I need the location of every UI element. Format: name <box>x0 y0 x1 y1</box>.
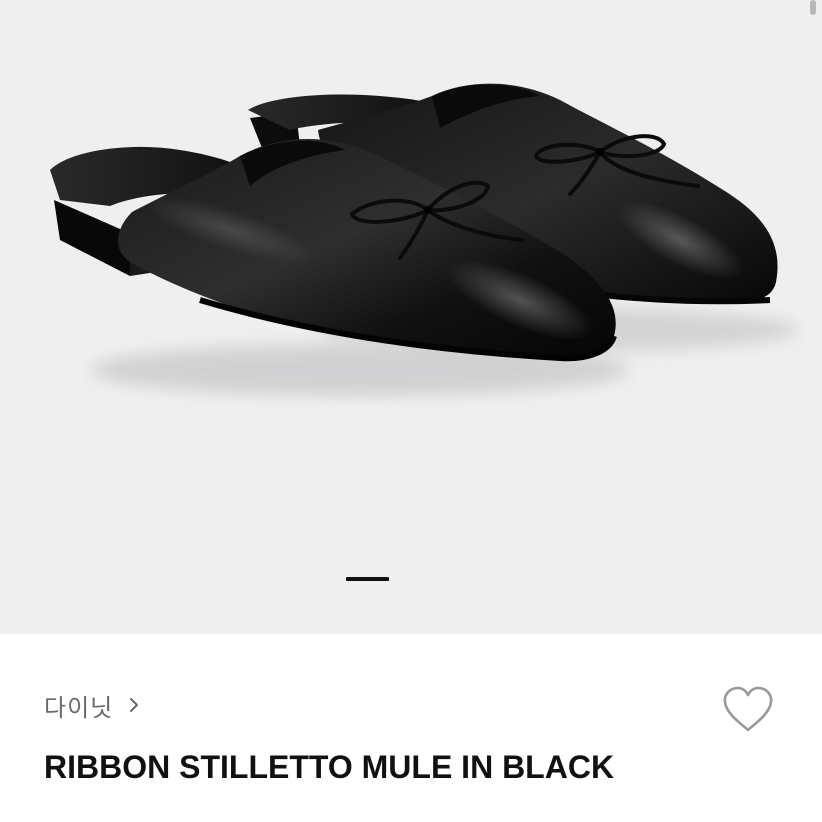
product-photo <box>50 83 800 396</box>
chevron-right-icon <box>130 698 139 712</box>
product-detail-page: 다이닛 RIBBON STILLETTO MULE IN BLACK <box>0 0 822 822</box>
product-image-gallery[interactable] <box>0 0 822 634</box>
brand-name: 다이닛 <box>44 693 114 722</box>
product-title: RIBBON STILLETTO MULE IN BLACK <box>44 749 615 785</box>
heart-outline-icon <box>723 686 773 732</box>
wishlist-button[interactable] <box>722 686 774 734</box>
scrollbar-thumb[interactable] <box>810 0 816 15</box>
brand-link[interactable]: 다이닛 <box>44 690 143 722</box>
product-info-section: 다이닛 RIBBON STILLETTO MULE IN BLACK <box>0 634 822 822</box>
slide-indicator-active[interactable] <box>346 577 389 581</box>
